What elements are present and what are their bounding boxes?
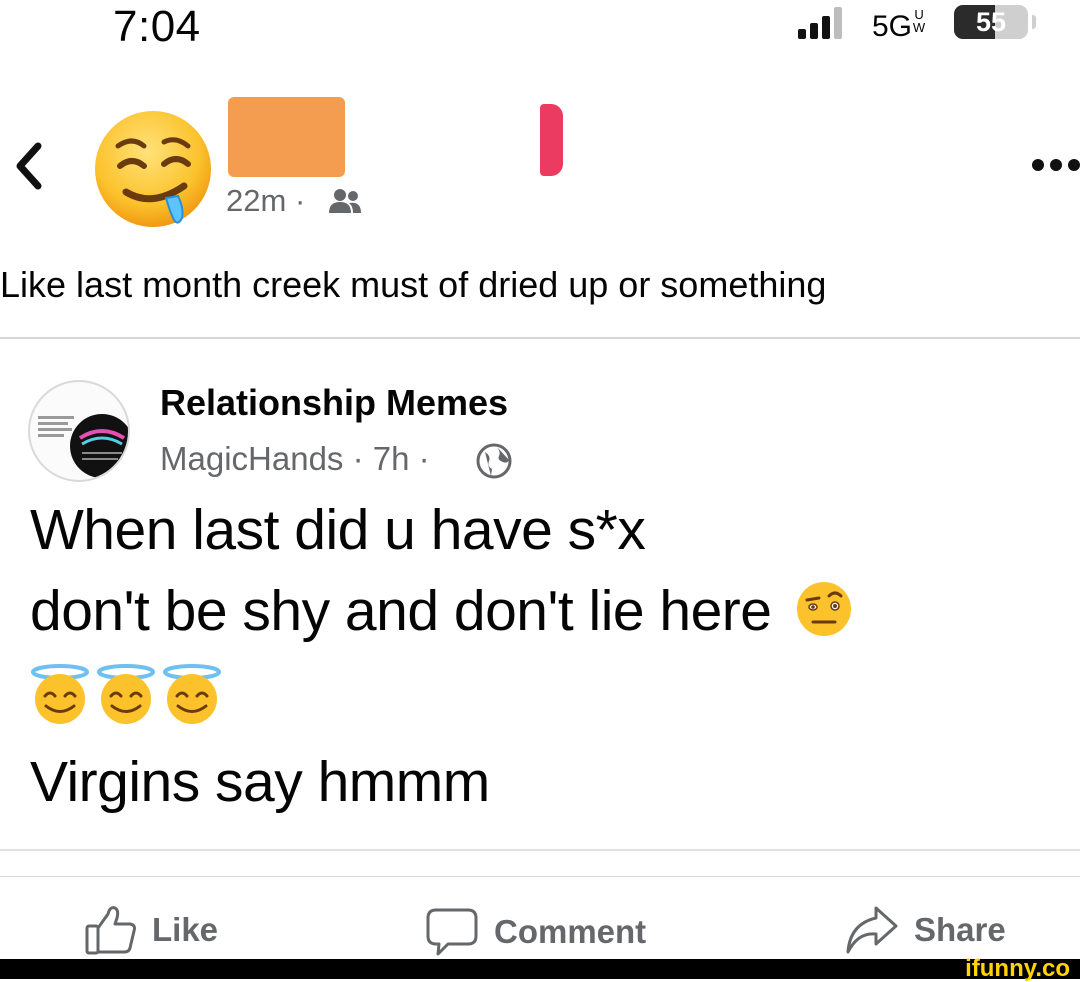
post-text-line-2: don't be shy and don't lie here xyxy=(30,578,853,644)
more-options-icon[interactable] xyxy=(1030,152,1080,178)
shared-post-meta: MagicHands · 7h · xyxy=(160,440,430,478)
divider xyxy=(0,337,1080,339)
like-button[interactable]: Like xyxy=(84,904,218,956)
drooling-face-avatar-icon[interactable] xyxy=(92,108,214,230)
page-avatar-thumbnail-icon xyxy=(38,414,128,478)
thumbs-up-icon xyxy=(85,906,136,955)
shared-author[interactable]: MagicHands xyxy=(160,440,343,477)
smiling-face-with-halo-icon xyxy=(97,664,155,724)
smiling-face-with-halo-icon xyxy=(163,664,221,724)
divider xyxy=(0,849,1080,851)
page-name[interactable]: Relationship Memes xyxy=(160,382,508,424)
back-chevron-icon[interactable] xyxy=(8,138,48,194)
name-redaction-red xyxy=(540,104,563,176)
bottom-banner xyxy=(0,959,1080,979)
share-button[interactable]: Share xyxy=(844,904,1006,956)
post-caption: Like last month creek must of dried up o… xyxy=(0,264,827,305)
status-time: 7:04 xyxy=(113,2,201,51)
post-text-line-1: When last did u have s*x xyxy=(30,498,646,562)
share-label: Share xyxy=(914,911,1006,948)
ifunny-watermark: ifunny.co xyxy=(965,955,1070,982)
smiling-face-with-halo-icon xyxy=(31,664,89,724)
share-arrow-icon xyxy=(846,906,898,954)
shared-time: 7h xyxy=(372,440,410,477)
meta-separator: · xyxy=(294,183,306,218)
battery-icon: 55 xyxy=(954,5,1028,39)
like-label: Like xyxy=(152,911,219,948)
battery-percent: 55 xyxy=(975,7,1007,37)
divider xyxy=(0,876,1080,877)
post-meta: 22m · xyxy=(226,183,305,219)
battery-tip xyxy=(1032,15,1036,29)
comment-bubble-icon xyxy=(426,908,478,956)
network-type: 5G UW xyxy=(872,7,926,43)
post-time: 22m xyxy=(226,183,287,218)
comment-label: Comment xyxy=(494,913,647,950)
signal-strength-icon xyxy=(798,7,842,39)
friends-icon xyxy=(329,189,361,213)
meta-separator: · xyxy=(418,440,430,477)
name-redaction-orange xyxy=(228,97,345,177)
halo-emoji-row xyxy=(30,663,222,725)
comment-button[interactable]: Comment xyxy=(424,906,646,958)
page-avatar[interactable] xyxy=(28,380,130,482)
network-subtype: UW xyxy=(912,7,926,35)
post-text-line-4: Virgins say hmmm xyxy=(30,750,490,814)
globe-icon xyxy=(476,443,512,479)
face-with-raised-eyebrow-icon xyxy=(796,582,851,636)
meta-separator: · xyxy=(352,440,364,477)
